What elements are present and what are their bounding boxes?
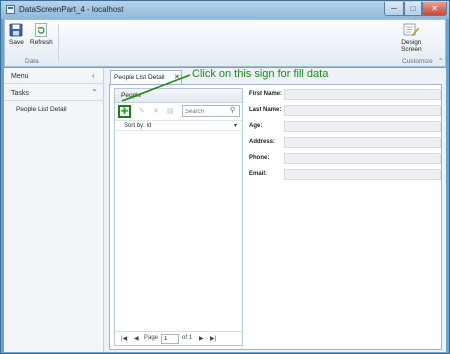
content-area: People List Detail ✕ People ✚ ✎ ✕ ▤ Sear… bbox=[105, 68, 446, 352]
email-label: Email: bbox=[249, 171, 268, 177]
maximize-button[interactable]: □ bbox=[404, 2, 422, 16]
next-page-icon[interactable]: ▶ bbox=[199, 335, 204, 342]
page-label: Page bbox=[144, 335, 159, 341]
title-bar: DataScreenPart_4 - localhost ─ □ ✕ bbox=[1, 1, 449, 19]
save-icon bbox=[10, 23, 23, 37]
design-screen-label-1: Design bbox=[401, 39, 422, 46]
save-button[interactable]: Save bbox=[9, 23, 24, 46]
nav-item-people-list-detail[interactable]: People List Detail bbox=[16, 106, 67, 113]
ribbon: Save Refresh Data Design Screen Customiz… bbox=[4, 19, 446, 67]
person-details: First Name: Last Name: Age: Address: Pho… bbox=[249, 88, 441, 208]
people-list-panel: People ✚ ✎ ✕ ▤ ⚲ bbox=[114, 88, 243, 346]
sort-label: Sort by: Id bbox=[124, 123, 152, 129]
address-label: Address: bbox=[249, 139, 276, 145]
people-list[interactable] bbox=[115, 132, 242, 330]
app-window: DataScreenPart_4 - localhost ─ □ ✕ Save … bbox=[0, 0, 450, 354]
search-input[interactable] bbox=[185, 107, 229, 116]
phone-row: Phone: bbox=[249, 153, 441, 164]
nav-tasks-group[interactable]: Tasks ⌃ bbox=[4, 85, 104, 101]
add-icon: ✚ bbox=[120, 106, 129, 116]
address-row: Address: bbox=[249, 137, 441, 148]
design-screen-label-2: Screen bbox=[401, 46, 422, 53]
close-tab-icon[interactable]: ✕ bbox=[174, 73, 180, 81]
sort-selector[interactable]: Sort by: Id ▾ bbox=[115, 120, 242, 131]
list-title: People bbox=[121, 92, 142, 99]
phone-field[interactable] bbox=[284, 153, 441, 164]
search-icon[interactable]: ⚲ bbox=[230, 106, 235, 114]
design-screen-icon bbox=[403, 23, 420, 37]
nav-menu-header[interactable]: Menu ‹ bbox=[4, 68, 104, 84]
app-icon bbox=[6, 5, 15, 14]
first-page-icon[interactable]: |◀ bbox=[121, 335, 127, 342]
first-name-label: First Name: bbox=[249, 91, 283, 97]
add-button[interactable]: ✚ bbox=[118, 105, 131, 118]
page-number-input[interactable] bbox=[161, 334, 179, 344]
refresh-icon bbox=[35, 23, 48, 37]
nav-tasks-label: Tasks bbox=[11, 90, 29, 97]
annotation-text: Click on this sign for fill data bbox=[192, 68, 329, 80]
list-header: People bbox=[115, 89, 242, 103]
save-label: Save bbox=[9, 39, 24, 46]
refresh-button[interactable]: Refresh bbox=[30, 23, 53, 46]
email-row: Email: bbox=[249, 169, 441, 180]
tab-people-list-detail[interactable]: People List Detail ✕ bbox=[110, 70, 182, 84]
last-name-label: Last Name: bbox=[249, 107, 282, 113]
navigation-pane: Menu ‹ Tasks ⌃ People List Detail bbox=[4, 68, 104, 352]
export-icon[interactable]: ▤ bbox=[167, 107, 174, 115]
search-box[interactable]: ⚲ bbox=[182, 105, 240, 117]
last-name-row: Last Name: bbox=[249, 105, 441, 116]
first-name-field[interactable] bbox=[284, 89, 441, 100]
window-title: DataScreenPart_4 - localhost bbox=[19, 5, 124, 14]
age-row: Age: bbox=[249, 121, 441, 132]
nav-menu-label: Menu bbox=[11, 73, 29, 80]
collapse-nav-icon[interactable]: ‹ bbox=[92, 71, 95, 80]
pager: |◀ ◀ Page of 1 ▶ ▶| bbox=[115, 331, 242, 345]
sort-dropdown-icon[interactable]: ▾ bbox=[234, 122, 237, 129]
age-label: Age: bbox=[249, 123, 263, 129]
tab-label: People List Detail bbox=[114, 74, 165, 81]
delete-icon[interactable]: ✕ bbox=[153, 107, 159, 115]
close-window-button[interactable]: ✕ bbox=[422, 2, 447, 16]
list-toolbar: ✚ ✎ ✕ ▤ ⚲ bbox=[115, 104, 242, 119]
collapse-tasks-icon[interactable]: ⌃ bbox=[91, 88, 98, 97]
collapse-ribbon-icon[interactable]: ⌃ bbox=[438, 57, 443, 65]
minimize-button[interactable]: ─ bbox=[384, 2, 404, 16]
page-count-label: of 1 bbox=[182, 335, 193, 341]
refresh-label: Refresh bbox=[30, 39, 53, 46]
last-page-icon[interactable]: ▶| bbox=[210, 335, 216, 342]
edit-icon[interactable]: ✎ bbox=[139, 107, 145, 115]
phone-label: Phone: bbox=[249, 155, 270, 161]
design-screen-button[interactable]: Design Screen bbox=[401, 23, 422, 53]
first-name-row: First Name: bbox=[249, 89, 441, 100]
ribbon-separator bbox=[58, 24, 59, 62]
workspace: Menu ‹ Tasks ⌃ People List Detail People… bbox=[4, 68, 446, 352]
last-name-field[interactable] bbox=[284, 105, 441, 116]
age-field[interactable] bbox=[284, 121, 441, 132]
address-field[interactable] bbox=[284, 137, 441, 148]
customize-group-label: Customize bbox=[402, 58, 433, 65]
email-field[interactable] bbox=[284, 169, 441, 180]
screen-surface: People ✚ ✎ ✕ ▤ ⚲ bbox=[109, 84, 442, 350]
prev-page-icon[interactable]: ◀ bbox=[134, 335, 139, 342]
data-group-label: Data bbox=[25, 58, 39, 65]
